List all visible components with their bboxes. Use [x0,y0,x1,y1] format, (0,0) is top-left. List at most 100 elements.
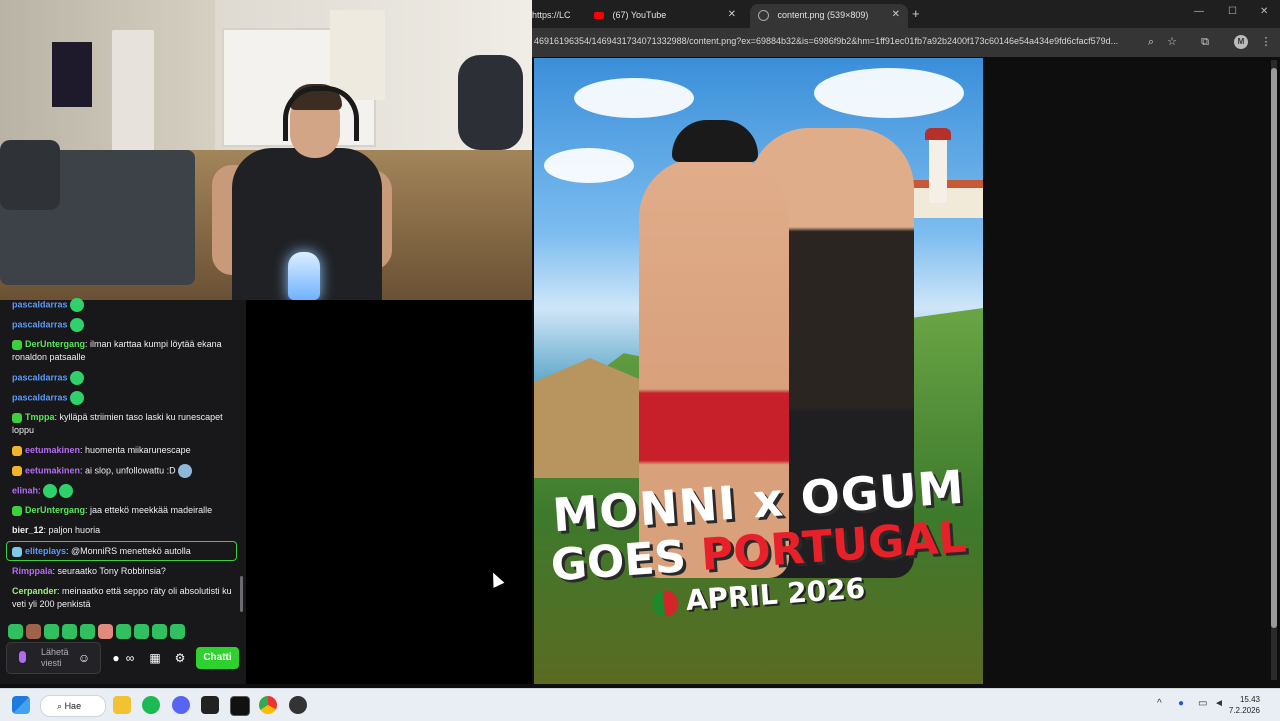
gear-icon[interactable]: ⚙ [172,650,188,666]
clock-time: 15.43 [1239,695,1260,704]
webcam-bag [458,55,523,150]
chat-message: pascaldarras [12,298,232,312]
poster-image: MONNI x OGUM GOES PORTUGAL APRIL 2026 [534,58,983,684]
scrollbar-thumb[interactable] [1271,68,1277,628]
chat-badge-icon [12,412,22,423]
chat-username[interactable]: pascaldarras [12,319,68,329]
webcam-shelf [330,10,385,100]
poster-title: MONNI x OGUM GOES PORTUGAL APRIL 2026 [534,460,983,618]
emote-7[interactable] [116,623,131,639]
chat-username[interactable]: eetumakinen [25,465,80,475]
emote-5[interactable] [80,623,95,639]
chat-message: eetumakinen: huomenta miikarunescape [12,444,232,457]
extensions-icon[interactable]: ⧉ [1198,35,1212,49]
chevron-up-icon[interactable]: ^ [1157,698,1162,709]
tab-content-png[interactable]: content.png (539×809) ✕ [750,4,908,28]
chat-send-button[interactable]: Chatti [196,647,239,669]
chat-username[interactable]: Rimppala [12,566,53,576]
chat-username[interactable]: DerUntergang [25,505,85,515]
address-bar: 46916196354/1469431734071332988/content.… [532,28,1280,57]
store-icon[interactable]: ▦ [147,650,163,666]
taskbar-search[interactable]: ⌕ Hae [40,695,106,717]
youtube-icon [594,12,604,20]
emote-8[interactable] [134,623,149,639]
menu-icon[interactable]: ⋮ [1259,35,1273,49]
profile-avatar[interactable]: M [1234,35,1248,49]
highlighted-message-border [6,541,237,561]
chat-username[interactable]: Tmppa [25,412,55,422]
chrome-icon[interactable] [259,696,277,714]
chat-badge-icon [12,466,22,476]
file-explorer-icon[interactable] [113,696,131,714]
infinity-icon[interactable]: ∞ [122,650,138,666]
zoom-icon[interactable]: ⌕ [1144,35,1158,49]
chat-username[interactable]: eetumakinen [25,445,80,455]
tab-youtube[interactable]: (67) YouTube ✕ [590,4,744,28]
chat-emote [69,298,84,312]
page-scrollbar[interactable] [1271,60,1277,680]
emote-1[interactable] [8,623,23,639]
poster-goes: GOES [549,531,688,592]
minimize-icon[interactable]: — [1194,6,1204,17]
emote-4[interactable] [62,623,77,639]
taskbar-clock[interactable]: 15.43 7.2.2026 [1200,694,1260,716]
chat-message: pascaldarras [12,391,232,405]
chat-username[interactable]: elinah [12,485,38,495]
chat-username[interactable]: pascaldarras [12,372,68,382]
emote-9[interactable] [152,623,167,639]
chat-message: eetumakinen: ai slop, unfollowattu :D [12,464,232,478]
spotify-icon[interactable] [142,696,160,714]
webcam-overlay [0,0,532,300]
taskbar: ⌕ Hae ^ ● ▭ ◄ 15.43 7.2.2026 [0,688,1280,721]
tab-lc[interactable]: https://LC [532,4,584,28]
new-tab-button[interactable]: + [912,6,920,21]
obs-icon[interactable] [289,696,307,714]
discord-icon[interactable] [172,696,190,714]
webcam-fridge [112,30,154,170]
microphone-tray-icon[interactable]: ● [1178,698,1184,709]
chat-text: : paljon huoria [43,525,101,535]
chat-text: : huomenta miikarunescape [80,445,191,455]
chat-badge-icon [12,445,22,456]
chat-message: bier_12: paljon huoria [12,524,232,537]
chat-emote [58,484,73,498]
url-field[interactable]: 46916196354/1469431734071332988/content.… [534,36,1140,46]
webcam-painting [52,42,92,107]
star-icon[interactable]: ☆ [1165,35,1179,49]
chat-username[interactable]: pascaldarras [12,299,68,309]
chat-username[interactable]: bier_12 [12,525,44,535]
chat-badge-icon [12,505,22,516]
windows-start-icon[interactable] [12,696,30,714]
empty-area [246,300,533,684]
chat-username[interactable]: DerUntergang [25,339,85,349]
maximize-icon[interactable]: ☐ [1228,6,1237,17]
chat-input-placeholder: Lähetä viesti [41,647,69,668]
close-icon[interactable]: ✕ [728,4,736,26]
poster-bucket-hat [672,120,758,162]
emoji-icon[interactable]: ☺ [76,650,92,666]
emote-3[interactable] [44,623,59,639]
chat-badge-icon [12,339,22,350]
search-icon: ⌕ [57,701,63,711]
microphone-icon[interactable] [19,651,26,663]
chat-username[interactable]: pascaldarras [12,392,68,402]
chat-username[interactable]: Cerpander [12,586,57,596]
chat-scrollbar[interactable] [240,576,243,612]
chat-message: DerUntergang: jaa ettekö meekkää madeira… [12,504,232,517]
window-close-icon[interactable]: ✕ [1260,6,1268,17]
tab-title: https://LC [532,10,571,20]
chat-emote [69,391,84,405]
emote-2[interactable] [26,623,41,639]
emote-10[interactable] [170,623,185,639]
close-icon[interactable]: ✕ [892,4,900,26]
chat-text: : jaa ettekö meekkää madeiralle [85,505,213,515]
chat-message: elinah: [12,484,232,498]
notion-icon[interactable] [230,696,250,716]
chat-text: : seuraatko Tony Robbinsia? [52,566,166,576]
emote-6[interactable] [98,623,113,639]
emote-bar [8,622,236,640]
capcut-icon[interactable] [201,696,219,714]
chat-message: Cerpander: meinaatko että seppo räty oli… [12,585,232,611]
chat-message: pascaldarras [12,371,232,385]
chat-panel: pascaldarras pascaldarras DerUntergang: il… [0,298,246,684]
